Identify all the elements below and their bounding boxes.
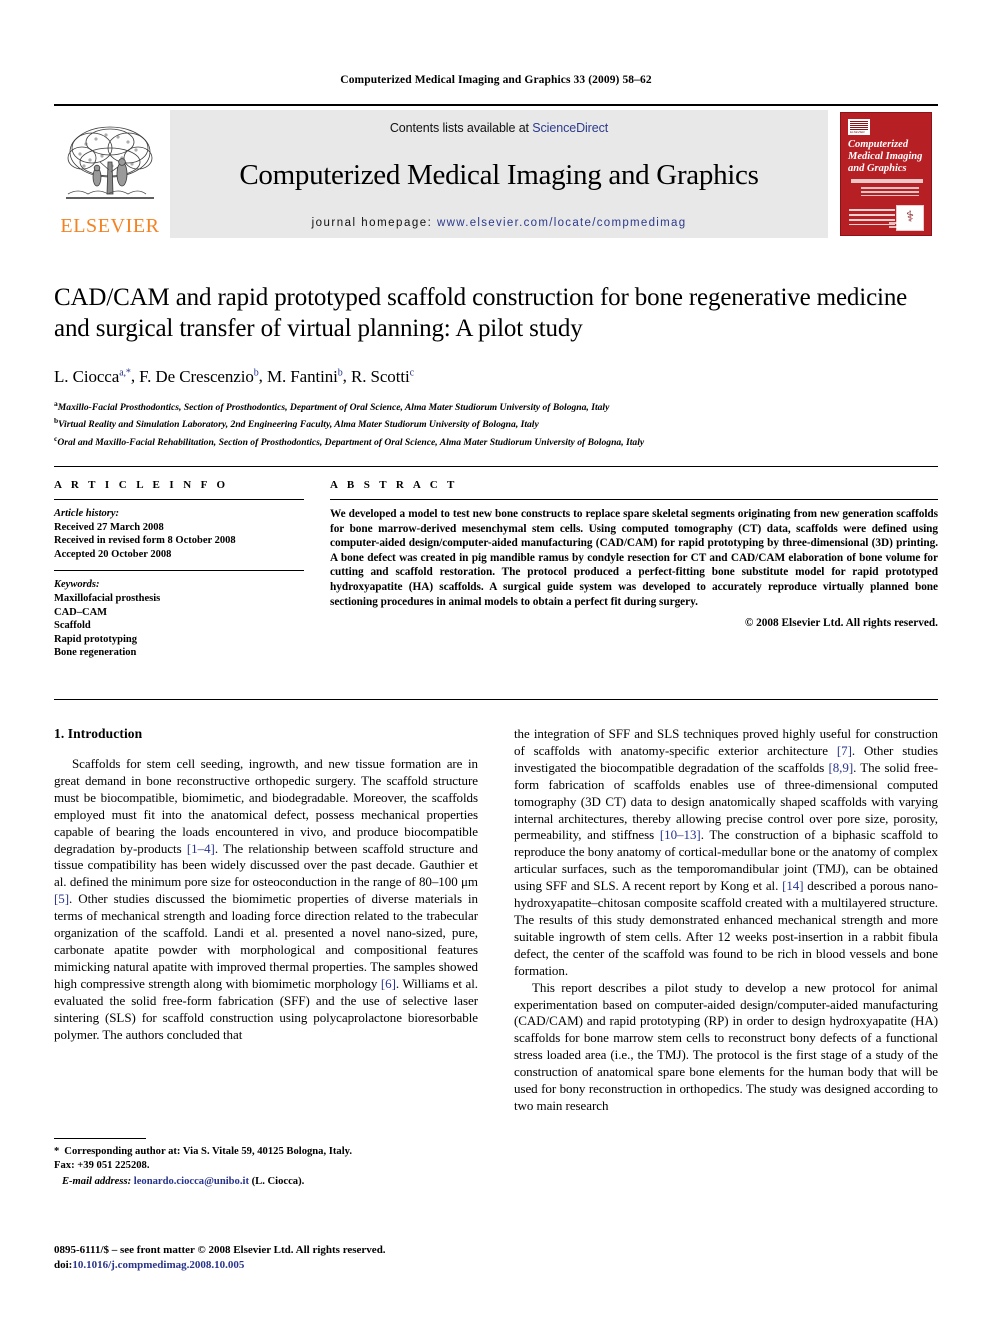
author-separator: , xyxy=(342,366,351,386)
author-name: L. Ciocca xyxy=(54,366,120,386)
abstract-rule xyxy=(330,499,938,500)
journal-title: Computerized Medical Imaging and Graphic… xyxy=(239,158,759,191)
abstract-text: We developed a model to test new bone co… xyxy=(330,508,938,608)
email-label: E-mail address: xyxy=(61,1176,132,1187)
cover-title-line-1: Computerized xyxy=(848,139,909,150)
keyword-item: CAD–CAM xyxy=(54,606,108,618)
keyword-item: Bone regeneration xyxy=(54,647,137,659)
article-history-block: Article history: Received 27 March 2008 … xyxy=(54,507,304,561)
author-name: M. Fantini xyxy=(266,366,338,386)
article-history-item: Accepted 20 October 2008 xyxy=(54,548,172,560)
article-head: CAD/CAM and rapid prototyped scaffold co… xyxy=(54,282,938,449)
cover-footer-lines xyxy=(889,222,923,230)
footnote-star-mark: * xyxy=(54,1146,60,1157)
homepage-label: journal homepage: xyxy=(311,217,433,229)
citation-ref[interactable]: [1–4] xyxy=(187,841,215,856)
cover-subtext-lines xyxy=(861,187,919,196)
author-separator: , xyxy=(130,366,140,386)
elsevier-wordmark: ELSEVIER xyxy=(60,215,160,237)
journal-homepage-line: journal homepage: www.elsevier.com/locat… xyxy=(312,217,687,229)
cover-subtitle-bar xyxy=(851,179,923,183)
article-history-item: Received in revised form 8 October 2008 xyxy=(54,535,236,547)
citation-ref[interactable]: [8,9] xyxy=(828,760,853,775)
keyword-item: Maxillofacial prosthesis xyxy=(54,592,161,604)
body-column-left: 1. Introduction Scaffolds for stem cell … xyxy=(54,726,478,1115)
affiliation-text: Oral and Maxillo-Facial Rehabilitation, … xyxy=(57,437,645,449)
cover-elsevier-mark-icon: ELSEVIER xyxy=(848,119,870,135)
body-columns: 1. Introduction Scaffolds for stem cell … xyxy=(54,726,938,1115)
paragraph: This report describes a pilot study to d… xyxy=(514,979,938,1113)
author-entry: M. Fantinib xyxy=(267,367,343,386)
elsevier-logo: ELSEVIER xyxy=(54,110,166,238)
footnote-rule xyxy=(54,1138,146,1139)
keywords-block: Keywords: Maxillofacial prosthesis CAD–C… xyxy=(54,578,304,660)
article-info-abstract-band: A R T I C L E I N F O Article history: R… xyxy=(54,466,938,700)
article-history-label: Article history: xyxy=(54,508,120,519)
email-link[interactable]: leonardo.ciocca@unibo.it xyxy=(134,1176,249,1187)
article-history-item: Received 27 March 2008 xyxy=(54,521,164,533)
article-info-column: A R T I C L E I N F O Article history: R… xyxy=(54,479,322,699)
keywords-label: Keywords: xyxy=(54,579,100,591)
author-list: L. Cioccaa,*, F. De Crescenziob, M. Fant… xyxy=(54,362,938,387)
affiliation-text: Virtual Reality and Simulation Laborator… xyxy=(58,419,539,431)
cover-title: Computerized Medical Imaging and Graphic… xyxy=(848,139,925,175)
cover-title-line-2: Medical Imaging xyxy=(848,151,923,162)
citation-ref[interactable]: [14] xyxy=(782,878,804,893)
contents-available-line: Contents lists available at ScienceDirec… xyxy=(390,121,608,135)
affiliation-item: cOral and Maxillo-Facial Rehabilitation,… xyxy=(54,432,938,450)
page-footer: 0895-6111/$ – see front matter © 2008 El… xyxy=(54,1243,554,1272)
article-info-rule-top xyxy=(54,499,304,500)
citation-ref[interactable]: [6] xyxy=(381,976,396,991)
affiliation-text: Maxillo-Facial Prosthodontics, Section o… xyxy=(57,401,610,413)
paragraph: Scaffolds for stem cell seeding, ingrowt… xyxy=(54,756,478,1043)
email-owner: (L. Ciocca). xyxy=(251,1176,305,1187)
doi-link[interactable]: 10.1016/j.compmedimag.2008.10.005 xyxy=(72,1259,244,1271)
doi-line: doi:10.1016/j.compmedimag.2008.10.005 xyxy=(54,1258,554,1273)
author-entry: L. Cioccaa,* xyxy=(54,367,131,386)
journal-masthead: ELSEVIER Contents lists available at Sci… xyxy=(54,104,938,238)
affiliation-item: bVirtual Reality and Simulation Laborato… xyxy=(54,414,938,432)
author-name: F. De Crescenzio xyxy=(139,366,254,386)
author-separator: , xyxy=(258,366,267,386)
contents-prefix: Contents lists available at xyxy=(389,121,529,135)
body-column-right: the integration of SFF and SLS technique… xyxy=(514,726,938,1115)
section-heading-introduction: 1. Introduction xyxy=(54,726,143,741)
corresponding-author-footnote: * Corresponding author at: Via S. Vitale … xyxy=(54,1138,478,1189)
homepage-url-link[interactable]: www.elsevier.com/locate/compmedimag xyxy=(437,217,686,229)
affiliation-list: aMaxillo-Facial Prosthodontics, Section … xyxy=(54,397,938,450)
author-affil-mark[interactable]: a,* xyxy=(119,367,131,378)
article-info-heading: A R T I C L E I N F O xyxy=(54,479,229,491)
author-entry: F. De Crescenziob xyxy=(139,367,259,386)
page-title: CAD/CAM and rapid prototyped scaffold co… xyxy=(54,284,908,342)
citation-ref[interactable]: [5] xyxy=(54,891,69,906)
keyword-item: Rapid prototyping xyxy=(54,633,137,645)
abstract-heading: A B S T R A C T xyxy=(330,479,458,491)
citation-ref[interactable]: [7] xyxy=(837,743,852,758)
running-head: Computerized Medical Imaging and Graphic… xyxy=(340,74,652,86)
keyword-item: Scaffold xyxy=(54,620,91,632)
journal-cover-thumbnail: ELSEVIER Computerized Medical Imaging an… xyxy=(834,110,938,238)
footnote-body: * Corresponding author at: Via S. Vitale … xyxy=(54,1145,478,1189)
cover-title-line-3: and Graphics xyxy=(848,163,907,174)
footnote-corresponding-text: Corresponding author at: Via S. Vitale 5… xyxy=(64,1146,353,1157)
article-info-rule-mid xyxy=(54,570,304,572)
journal-article-page: Computerized Medical Imaging and Graphic… xyxy=(0,0,992,1323)
footnote-email-line: E-mail address: leonardo.ciocca@unibo.it… xyxy=(54,1175,478,1189)
author-entry: R. Scottic xyxy=(351,367,414,386)
author-affil-mark[interactable]: c xyxy=(410,367,414,378)
abstract-copyright: © 2008 Elsevier Ltd. All rights reserved… xyxy=(744,617,938,630)
journal-banner: Contents lists available at ScienceDirec… xyxy=(170,110,828,238)
footnote-fax: Fax: +39 051 225208. xyxy=(54,1160,150,1171)
citation-ref[interactable]: [10–13] xyxy=(660,827,701,842)
author-name: R. Scotti xyxy=(350,366,410,386)
sciencedirect-link[interactable]: ScienceDirect xyxy=(532,121,608,135)
abstract-column: A B S T R A C T We developed a model to … xyxy=(322,479,938,699)
paragraph: the integration of SFF and SLS technique… xyxy=(514,726,938,980)
affiliation-item: aMaxillo-Facial Prosthodontics, Section … xyxy=(54,397,938,415)
elsevier-tree-icon xyxy=(62,122,158,214)
issn-copyright-line: 0895-6111/$ – see front matter © 2008 El… xyxy=(54,1244,386,1256)
doi-label: doi: xyxy=(54,1258,73,1271)
